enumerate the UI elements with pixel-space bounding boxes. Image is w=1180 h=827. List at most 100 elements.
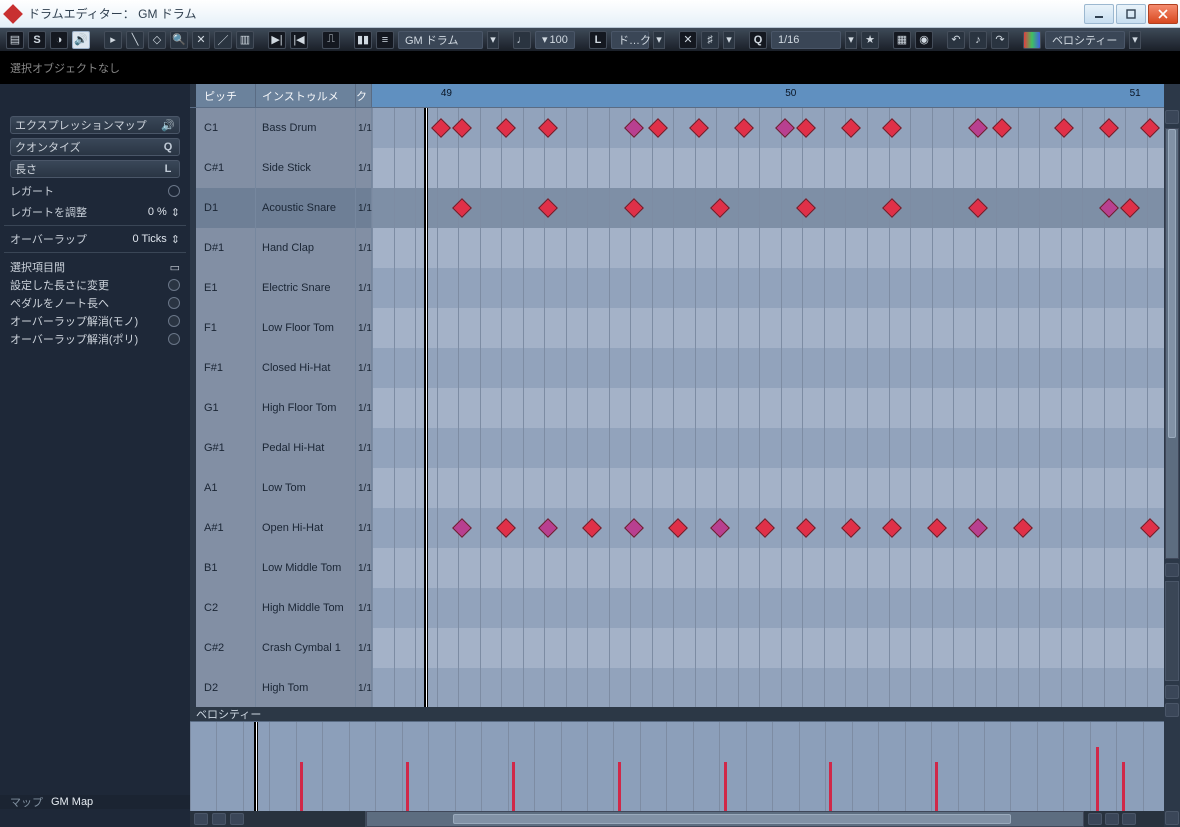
snap-value[interactable]: 1/16 <box>771 31 841 49</box>
drum-map-select[interactable]: GM ドラム <box>398 31 483 49</box>
event-lane[interactable] <box>372 428 1164 468</box>
expression-map-button[interactable]: エクスプレッションマップ 🔊 <box>10 116 180 134</box>
note-event[interactable] <box>452 518 472 538</box>
event-lane[interactable] <box>372 148 1164 188</box>
note-event[interactable] <box>582 518 602 538</box>
event-lane[interactable] <box>372 348 1164 388</box>
velocity-bar[interactable] <box>300 762 303 811</box>
zoom-button-icon[interactable] <box>1165 685 1179 699</box>
drum-row[interactable]: F1Low Floor Tom1/1 <box>190 308 1164 348</box>
event-lane[interactable] <box>372 268 1164 308</box>
drumstick-tool-icon[interactable]: ╲ <box>126 31 144 49</box>
snap-toggle-icon[interactable]: ✕ <box>679 31 697 49</box>
drum-row[interactable]: D2High Tom1/1 <box>190 668 1164 707</box>
scrollbar-thumb[interactable] <box>1168 129 1176 438</box>
dropdown-arrow-icon[interactable]: ▾ <box>723 31 735 49</box>
quantize-panel-button[interactable]: クオンタイズ Q <box>10 138 180 156</box>
velocity-bar[interactable] <box>618 762 621 811</box>
close-button[interactable] <box>1148 4 1178 24</box>
apply-icon[interactable] <box>168 185 180 197</box>
zoom-out-h-icon[interactable] <box>1088 813 1102 825</box>
quantize-icon[interactable]: ♩ <box>513 31 531 49</box>
apply-icon[interactable] <box>168 279 180 291</box>
note-event[interactable] <box>496 518 516 538</box>
note-event[interactable] <box>710 518 730 538</box>
event-lane[interactable] <box>372 548 1164 588</box>
note-event[interactable] <box>538 198 558 218</box>
apply-icon[interactable] <box>168 315 180 327</box>
event-lane[interactable] <box>372 228 1164 268</box>
note-event[interactable] <box>431 118 451 138</box>
velocity-bar[interactable] <box>1122 762 1125 811</box>
note-event[interactable] <box>968 518 988 538</box>
footer-map-val[interactable]: GM Map <box>51 796 93 808</box>
color-wheel-icon[interactable]: ◉ <box>915 31 933 49</box>
line-tool-icon[interactable]: ／ <box>214 31 232 49</box>
drum-row[interactable]: G1High Floor Tom1/1 <box>190 388 1164 428</box>
zoom-tool-icon[interactable]: 🔍 <box>170 31 188 49</box>
step-note-icon[interactable]: ♪ <box>969 31 987 49</box>
dropdown-arrow-icon[interactable]: ▾ <box>845 31 857 49</box>
length-mode-icon[interactable]: L <box>589 31 607 49</box>
sidebar-action[interactable]: 設定した長さに変更 <box>10 277 180 293</box>
drum-row[interactable]: F#1Closed Hi-Hat1/1 <box>190 348 1164 388</box>
note-event[interactable] <box>624 518 644 538</box>
note-event[interactable] <box>882 118 902 138</box>
corner-icon[interactable] <box>1122 813 1136 825</box>
note-event[interactable] <box>968 198 988 218</box>
show-lanes-icon[interactable]: ▮▮ <box>354 31 372 49</box>
toggle-left-panel-icon[interactable]: ▤ <box>6 31 24 49</box>
drum-row[interactable]: C1Bass Drum1/1 <box>190 108 1164 148</box>
note-event[interactable] <box>841 118 861 138</box>
record-icon[interactable]: ◑ <box>50 31 68 49</box>
sidebar-action[interactable]: オーバーラップ解消(モノ) <box>10 313 180 329</box>
event-lane[interactable] <box>372 628 1164 668</box>
note-event[interactable] <box>1140 118 1160 138</box>
length-panel-button[interactable]: 長さ L <box>10 160 180 178</box>
note-event[interactable] <box>538 118 558 138</box>
color-mode-select[interactable]: ベロシティー <box>1045 31 1125 49</box>
color-setup-icon[interactable]: ▦ <box>893 31 911 49</box>
dropdown-arrow-icon[interactable]: ▾ <box>653 31 665 49</box>
loop-start-icon[interactable]: ▶| <box>268 31 286 49</box>
spinner-icon[interactable]: ⇕ <box>171 206 180 219</box>
drum-row[interactable]: D#1Hand Clap1/1 <box>190 228 1164 268</box>
quantize-apply-icon[interactable]: ★ <box>861 31 879 49</box>
note-event[interactable] <box>710 198 730 218</box>
vertical-scrollbar[interactable] <box>1164 84 1180 827</box>
q-mode-icon[interactable]: Q <box>749 31 767 49</box>
event-lane[interactable] <box>372 668 1164 707</box>
drum-row[interactable]: G#1Pedal Hi-Hat1/1 <box>190 428 1164 468</box>
col-header-q[interactable]: ク <box>356 84 372 107</box>
event-lane[interactable] <box>372 108 1164 148</box>
note-event[interactable] <box>1013 518 1033 538</box>
minimize-button[interactable] <box>1084 4 1114 24</box>
velocity-lane-header[interactable]: ベロシティー <box>190 707 1164 721</box>
dropdown-arrow-icon[interactable]: ▾ <box>487 31 499 49</box>
velocity-field[interactable]: ▾100 <box>535 31 575 49</box>
note-event[interactable] <box>452 118 472 138</box>
step-back-icon[interactable]: ↶ <box>947 31 965 49</box>
col-header-pitch[interactable]: ピッチ <box>196 84 256 107</box>
sidebar-action[interactable]: オーバーラップ解消(ポリ) <box>10 331 180 347</box>
note-event[interactable] <box>624 118 644 138</box>
drum-row[interactable]: C#1Side Stick1/1 <box>190 148 1164 188</box>
note-event[interactable] <box>796 118 816 138</box>
velocity-bar[interactable] <box>1096 747 1099 811</box>
menu-icon[interactable] <box>230 813 244 825</box>
velocity-bar[interactable] <box>512 762 515 811</box>
solo-icon[interactable]: S <box>28 31 46 49</box>
note-event[interactable] <box>755 518 775 538</box>
drum-row[interactable]: C#2Crash Cymbal 11/1 <box>190 628 1164 668</box>
velocity-bar[interactable] <box>406 762 409 811</box>
drum-row[interactable]: C2High Middle Tom1/1 <box>190 588 1164 628</box>
event-lane[interactable] <box>372 188 1164 228</box>
note-event[interactable] <box>1120 198 1140 218</box>
scrollbar-thumb[interactable] <box>453 814 1012 824</box>
note-event[interactable] <box>882 518 902 538</box>
maximize-button[interactable] <box>1116 4 1146 24</box>
scroll-left-icon[interactable] <box>194 813 208 825</box>
length-field[interactable]: ド…ク <box>611 31 649 49</box>
velocity-lane[interactable] <box>190 721 1164 811</box>
grid-icon[interactable]: ♯ <box>701 31 719 49</box>
